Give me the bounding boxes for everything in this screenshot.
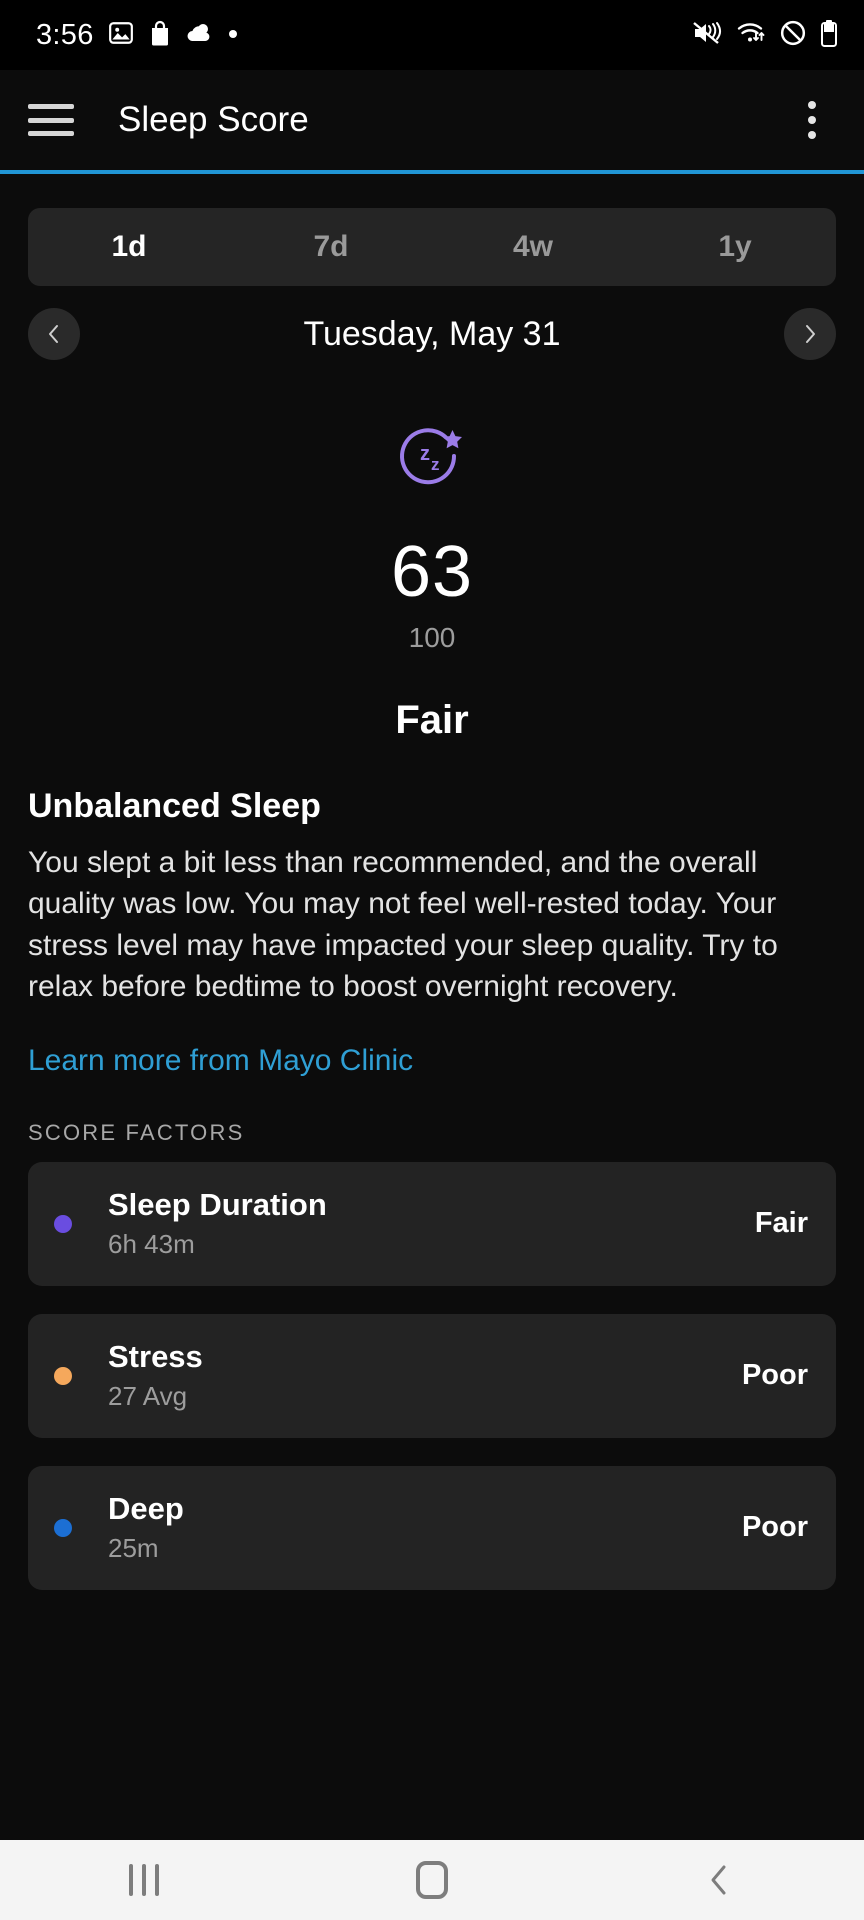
photo-icon: [108, 20, 134, 51]
main-content: 1d 7d 4w 1y Tuesday, May 31 z z 63 100 F…: [0, 174, 864, 1920]
score-max: 100: [408, 622, 456, 653]
back-button[interactable]: [660, 1840, 780, 1920]
score-factors-list: Sleep Duration 6h 43m Fair Stress 27 Avg…: [0, 1146, 864, 1590]
factor-color-dot: [54, 1518, 72, 1537]
score-value: 63: [390, 532, 474, 612]
prev-day-button[interactable]: [28, 308, 80, 360]
back-icon: [711, 1865, 726, 1895]
factor-text-group: Stress 27 Avg: [108, 1339, 742, 1412]
android-nav-bar: [0, 1840, 864, 1920]
shopping-bag-icon: [148, 20, 172, 51]
battery-icon: [820, 19, 838, 52]
phone-screen: 3:56 Sleep Score 1d 7d 4w 1y Tuesday, Ma…: [0, 0, 864, 1920]
factor-name: Stress: [108, 1339, 203, 1375]
list-item[interactable]: Deep 25m Poor: [28, 1465, 836, 1590]
description-body: You slept a bit less than recommended, a…: [28, 846, 778, 1004]
chevron-right-icon: [806, 325, 815, 343]
weather-cloud-icon: [186, 21, 214, 50]
factor-rating: Poor: [741, 1511, 808, 1544]
status-clock: 3:56: [36, 18, 94, 51]
list-item[interactable]: Sleep Duration 6h 43m Fair: [28, 1161, 836, 1286]
score-factors-heading: SCORE FACTORS: [28, 1119, 245, 1145]
status-bar-left: 3:56: [36, 19, 238, 52]
tab-1d[interactable]: 1d: [28, 208, 230, 286]
page-title: Sleep Score: [118, 100, 309, 139]
description-section: Unbalanced Sleep You slept a bit less th…: [0, 743, 864, 1078]
list-item[interactable]: Stress 27 Avg Poor: [28, 1313, 836, 1438]
recents-icon: [129, 1864, 159, 1896]
svg-text:z: z: [420, 443, 430, 465]
factor-text-group: Deep 25m: [108, 1491, 742, 1564]
range-tabs-wrapper: 1d 7d 4w 1y: [0, 174, 864, 286]
learn-more-link[interactable]: Learn more from Mayo Clinic: [28, 1044, 413, 1078]
kebab-menu-icon[interactable]: [790, 98, 834, 142]
date-navigation: Tuesday, May 31: [0, 286, 864, 382]
dot-icon: [228, 26, 238, 44]
score-rating-label: Fair: [395, 698, 469, 742]
factor-value: 6h 43m: [108, 1229, 195, 1260]
recents-button[interactable]: [84, 1840, 204, 1920]
current-date: Tuesday, May 31: [303, 314, 561, 353]
tab-1y[interactable]: 1y: [634, 208, 836, 286]
factor-rating: Poor: [741, 1359, 808, 1392]
svg-text:z: z: [431, 455, 440, 474]
factor-name: Deep: [108, 1491, 184, 1527]
factor-color-dot: [54, 1366, 72, 1385]
status-bar: 3:56: [0, 0, 864, 70]
factor-value: 25m: [108, 1533, 159, 1564]
factor-color-dot: [54, 1214, 72, 1233]
vibrate-mute-icon: [692, 20, 722, 51]
range-tabs: 1d 7d 4w 1y: [28, 208, 836, 286]
do-not-disturb-icon: [780, 20, 806, 51]
wifi-data-icon: [736, 20, 766, 51]
factor-text-group: Sleep Duration 6h 43m: [108, 1187, 755, 1260]
app-bar: Sleep Score: [0, 70, 864, 170]
factor-value: 27 Avg: [108, 1381, 188, 1412]
description-title: Unbalanced Sleep: [28, 787, 321, 825]
factor-rating: Fair: [754, 1207, 808, 1240]
status-bar-right: [692, 19, 838, 52]
tab-7d[interactable]: 7d: [230, 208, 432, 286]
next-day-button[interactable]: [784, 308, 836, 360]
factor-name: Sleep Duration: [108, 1187, 327, 1223]
hamburger-menu-icon[interactable]: [28, 104, 74, 136]
chevron-left-icon: [49, 325, 58, 343]
home-button[interactable]: [372, 1840, 492, 1920]
sleep-zz-star-icon: z z: [396, 424, 468, 496]
score-section: z z 63 100 Fair: [0, 382, 864, 743]
home-icon: [416, 1861, 448, 1899]
tab-4w[interactable]: 4w: [432, 208, 634, 286]
